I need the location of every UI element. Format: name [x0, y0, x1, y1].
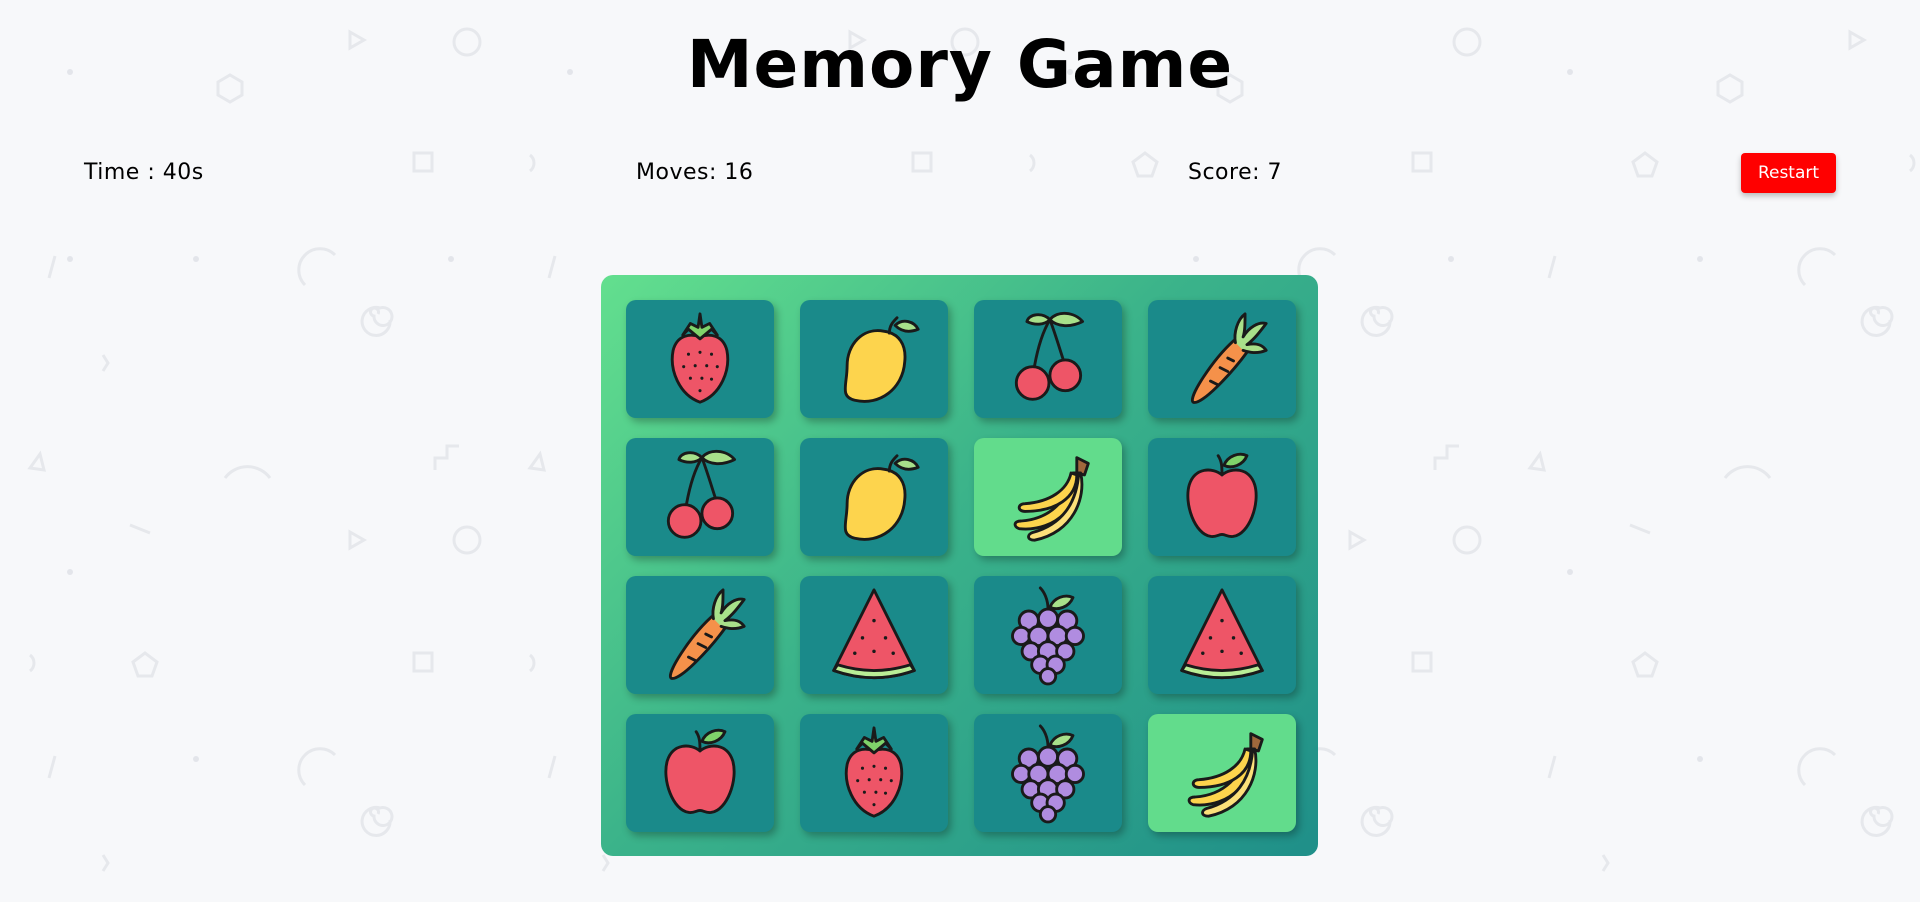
memory-card[interactable] [800, 714, 948, 832]
memory-card[interactable] [626, 714, 774, 832]
strawberry-icon [826, 717, 922, 829]
apple-icon [1174, 441, 1270, 553]
strawberry-icon [652, 303, 748, 415]
memory-card[interactable] [974, 576, 1122, 694]
mango-icon [826, 303, 922, 415]
banana-icon [1000, 441, 1096, 553]
mango-icon [826, 441, 922, 553]
memory-card[interactable] [1148, 438, 1296, 556]
game-board [601, 275, 1318, 856]
memory-card[interactable] [974, 438, 1122, 556]
memory-card[interactable] [974, 300, 1122, 418]
memory-card[interactable] [974, 714, 1122, 832]
memory-card[interactable] [626, 576, 774, 694]
memory-card[interactable] [626, 438, 774, 556]
score-counter: Score: 7 [1188, 160, 1283, 185]
memory-card[interactable] [800, 438, 948, 556]
memory-card[interactable] [800, 576, 948, 694]
grapes-icon [1000, 717, 1096, 829]
carrot-icon [652, 579, 748, 691]
cherry-icon [1000, 303, 1096, 415]
cherry-icon [652, 441, 748, 553]
memory-card[interactable] [800, 300, 948, 418]
memory-card[interactable] [626, 300, 774, 418]
watermelon-icon [1174, 579, 1270, 691]
banana-icon [1174, 717, 1270, 829]
apple-icon [652, 717, 748, 829]
memory-card[interactable] [1148, 576, 1296, 694]
page-title: Memory Game [686, 26, 1234, 103]
grapes-icon [1000, 579, 1096, 691]
memory-card[interactable] [1148, 714, 1296, 832]
time-counter: Time : 40s [84, 160, 204, 185]
memory-card[interactable] [1148, 300, 1296, 418]
carrot-icon [1174, 303, 1270, 415]
restart-button[interactable]: Restart [1741, 153, 1836, 193]
watermelon-icon [826, 579, 922, 691]
moves-counter: Moves: 16 [636, 160, 754, 185]
